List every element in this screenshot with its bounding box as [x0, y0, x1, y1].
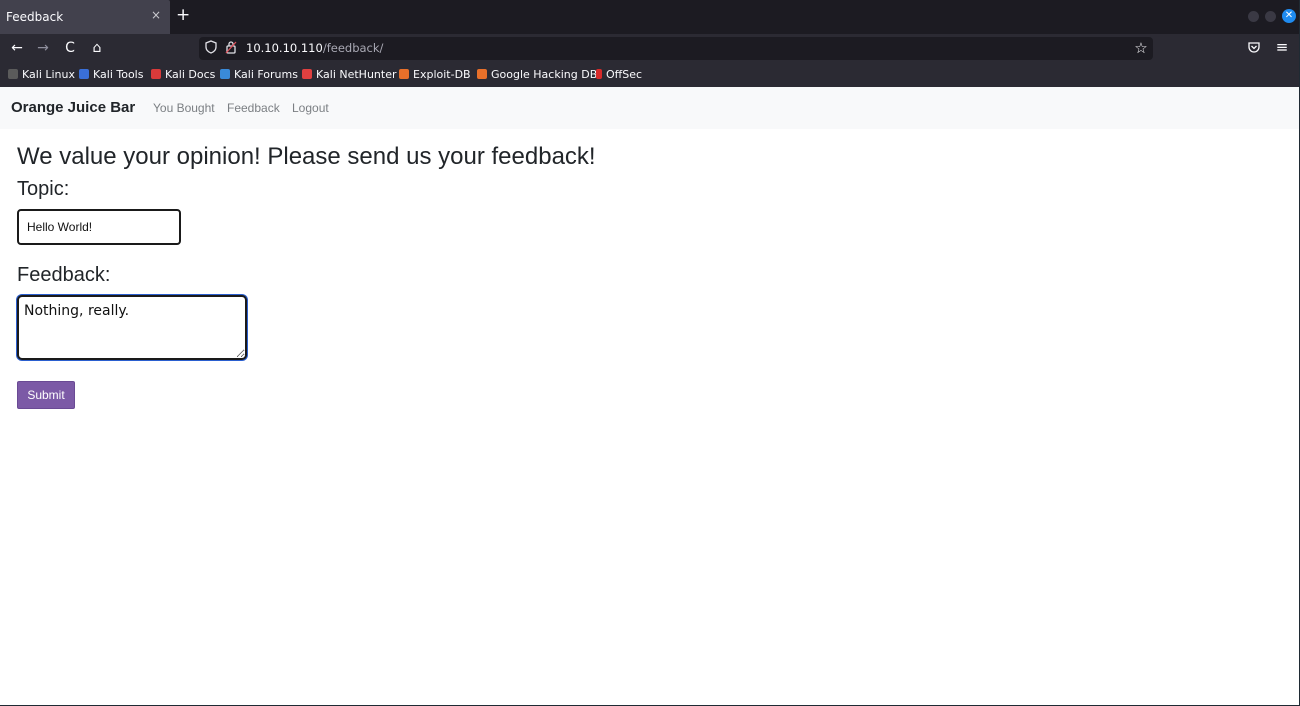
bookmark-star-icon[interactable]: ☆ — [1133, 39, 1149, 57]
bookmark-kali-nethunter[interactable]: Kali NetHunter — [302, 68, 397, 81]
url-text[interactable]: 10.10.10.110/feedback/ — [246, 41, 383, 55]
google-hacking-db-icon — [477, 69, 487, 79]
tab-title: Feedback — [6, 10, 64, 24]
page-heading: We value your opinion! Please send us yo… — [17, 143, 596, 170]
kali-docs-icon — [151, 69, 161, 79]
bookmark-kali-docs[interactable]: Kali Docs — [151, 68, 215, 81]
bookmark-kali-tools[interactable]: Kali Tools — [79, 68, 143, 81]
window-close-button[interactable]: ✕ — [1282, 9, 1296, 23]
back-arrow-icon[interactable]: ← — [8, 39, 26, 57]
submit-button[interactable]: Submit — [17, 381, 75, 409]
hamburger-menu-icon[interactable]: ≡ — [1275, 38, 1289, 56]
feedback-label: Feedback: — [17, 264, 111, 286]
tab-feedback[interactable]: Feedback × — [0, 0, 170, 34]
kali-nethunter-icon — [302, 69, 312, 79]
maximize-button[interactable] — [1265, 11, 1276, 22]
bookmark-label: Kali Forums — [234, 68, 298, 81]
bookmark-label: Exploit-DB — [413, 68, 471, 81]
tracking-shield-icon[interactable] — [204, 40, 218, 56]
bookmark-label: OffSec — [606, 68, 643, 81]
topic-label: Topic: — [17, 178, 70, 200]
insecure-lock-icon[interactable] — [224, 40, 238, 56]
feedback-textarea[interactable]: Nothing, really. — [17, 295, 247, 360]
bookmark-kali-forums[interactable]: Kali Forums — [220, 68, 298, 81]
offsec-icon — [596, 69, 602, 79]
home-icon[interactable]: ⌂ — [88, 39, 106, 57]
bookmark-label: Kali NetHunter — [316, 68, 397, 81]
bookmark-google-hacking-db[interactable]: Google Hacking DB — [477, 68, 597, 81]
minimize-button[interactable] — [1248, 11, 1259, 22]
nav-link-feedback[interactable]: Feedback — [227, 101, 280, 115]
tab-strip: Feedback × + ✕ — [0, 0, 1299, 34]
topic-input[interactable] — [17, 209, 181, 245]
exploit-db-icon — [399, 69, 409, 79]
page-content: Orange Juice Bar You Bought Feedback Log… — [0, 87, 1299, 705]
bookmark-offsec[interactable]: OffSec — [596, 68, 642, 81]
url-path: /feedback/ — [322, 41, 384, 55]
tab-close-icon[interactable]: × — [149, 8, 163, 24]
url-bar[interactable]: 10.10.10.110/feedback/ ☆ — [199, 37, 1153, 60]
new-tab-button[interactable]: + — [176, 5, 190, 27]
browser-window: Feedback × + ✕ ← → C ⌂ 10.10.10.110/feed… — [0, 0, 1300, 706]
bookmark-label: Kali Docs — [165, 68, 216, 81]
kali-linux-icon — [8, 69, 18, 79]
nav-link-you-bought[interactable]: You Bought — [153, 101, 215, 115]
pocket-icon[interactable] — [1247, 40, 1261, 54]
nav-link-logout[interactable]: Logout — [292, 101, 329, 115]
kali-tools-icon — [79, 69, 89, 79]
url-host: 10.10.10.110 — [246, 41, 323, 55]
bookmark-label: Google Hacking DB — [491, 68, 598, 81]
navigation-toolbar: ← → C ⌂ 10.10.10.110/feedback/ ☆ ≡ — [0, 34, 1299, 63]
site-brand[interactable]: Orange Juice Bar — [11, 99, 135, 116]
reload-icon[interactable]: C — [61, 39, 79, 57]
bookmarks-toolbar: Kali Linux Kali Tools Kali Docs Kali For… — [0, 63, 1299, 87]
kali-forums-icon — [220, 69, 230, 79]
bookmark-exploit-db[interactable]: Exploit-DB — [399, 68, 471, 81]
bookmark-kali-linux[interactable]: Kali Linux — [8, 68, 75, 81]
forward-arrow-icon[interactable]: → — [34, 39, 52, 57]
site-navbar: Orange Juice Bar You Bought Feedback Log… — [0, 87, 1299, 129]
bookmark-label: Kali Tools — [93, 68, 144, 81]
bookmark-label: Kali Linux — [22, 68, 76, 81]
